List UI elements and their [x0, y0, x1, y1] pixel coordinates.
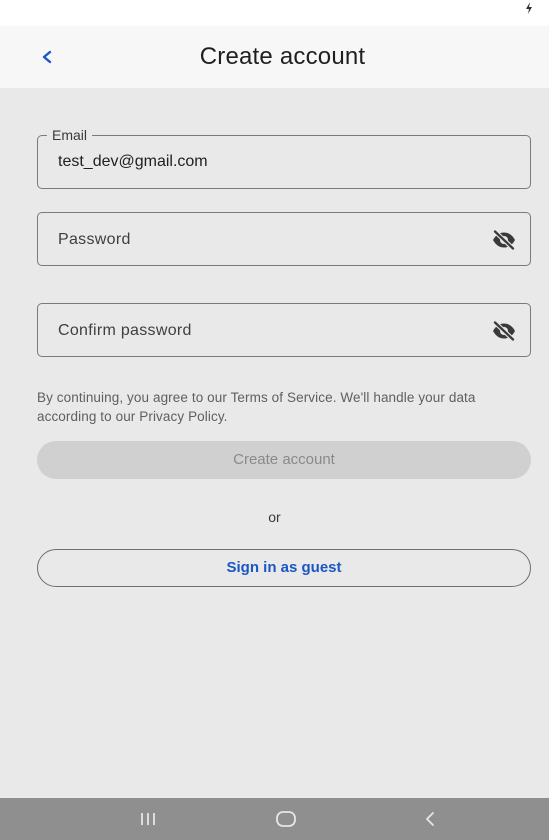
eye-off-icon [493, 230, 515, 250]
password-field[interactable]: Password [37, 212, 531, 266]
sign-in-as-guest-button[interactable]: Sign in as guest [37, 549, 531, 587]
confirm-password-field[interactable]: Confirm password [37, 303, 531, 357]
email-label: Email [47, 126, 93, 144]
app-bar: Create account [0, 26, 549, 88]
create-account-button[interactable]: Create account [37, 441, 531, 479]
recent-apps-icon [141, 813, 155, 825]
recent-apps-button[interactable] [118, 798, 178, 840]
confirm-password-visibility-toggle[interactable] [490, 317, 518, 345]
home-icon [276, 811, 296, 827]
email-value: test_dev@gmail.com [58, 153, 208, 170]
nav-back-button[interactable] [400, 798, 460, 840]
create-account-screen: Create account Email test_dev@gmail.com … [0, 0, 549, 840]
system-nav-bar [0, 798, 549, 840]
email-field[interactable]: Email test_dev@gmail.com [37, 126, 531, 189]
or-divider-text: or [268, 509, 281, 525]
home-button[interactable] [256, 798, 316, 840]
password-visibility-toggle[interactable] [490, 226, 518, 254]
password-placeholder: Password [58, 231, 131, 248]
charging-icon [526, 2, 532, 14]
nav-back-icon [426, 812, 434, 826]
page-title: Create account [199, 43, 366, 70]
eye-off-icon [493, 321, 515, 341]
status-bar [0, 0, 549, 26]
terms-notice: By continuing, you agree to our Terms of… [37, 390, 476, 424]
confirm-password-placeholder: Confirm password [58, 322, 192, 339]
